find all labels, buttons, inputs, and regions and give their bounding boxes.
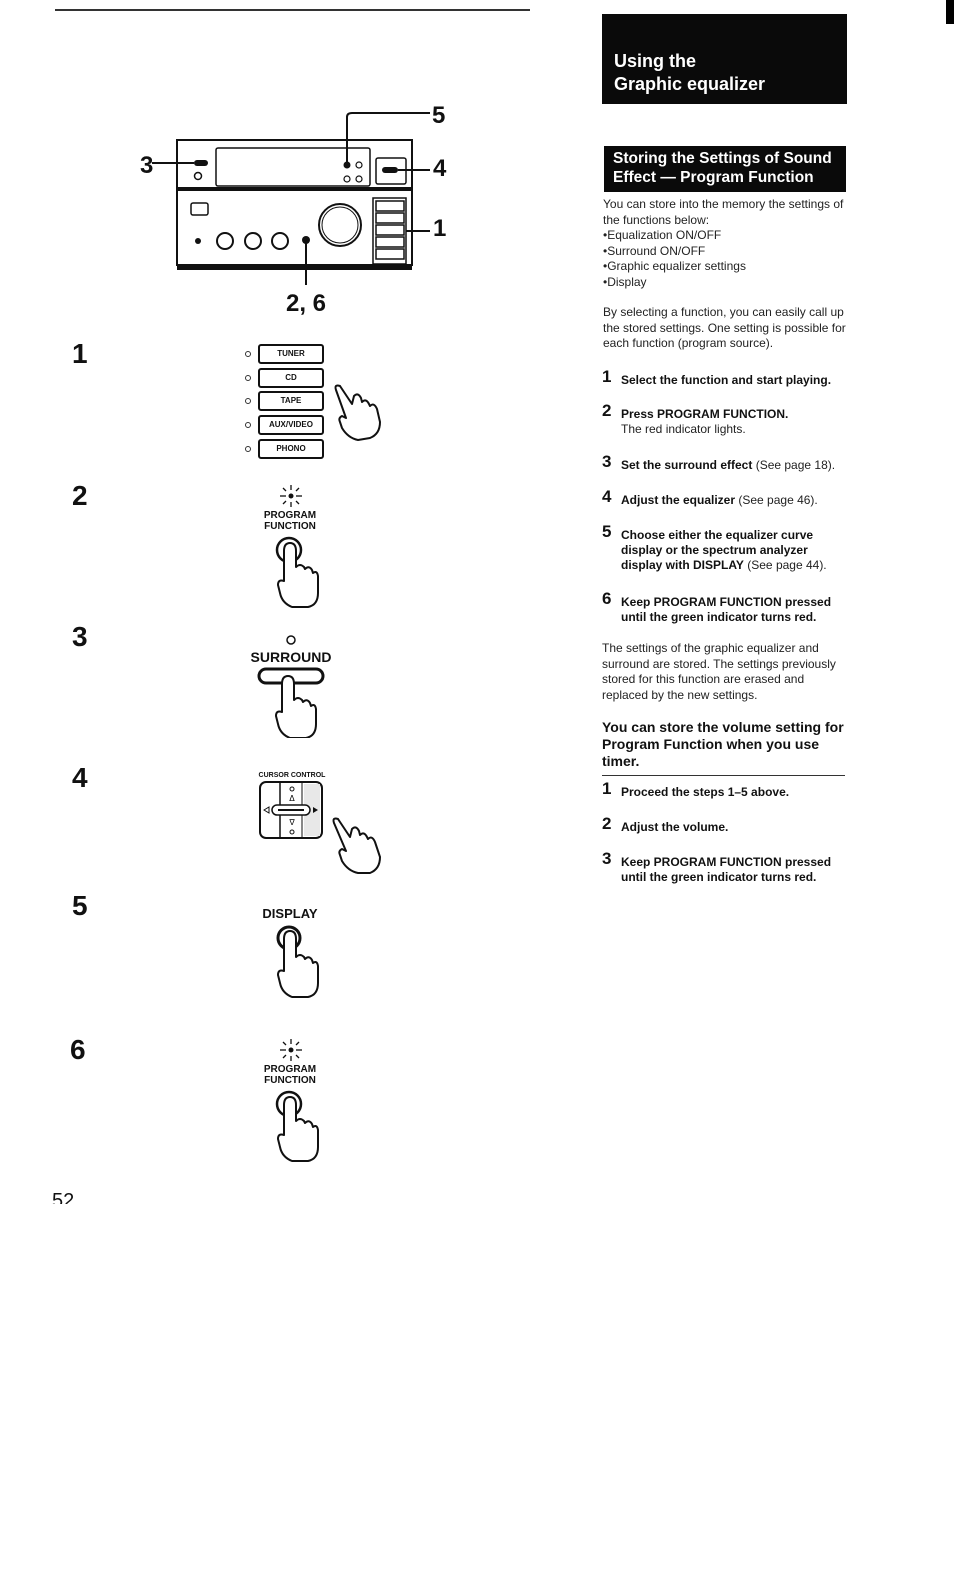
step-number: 5 [602,522,612,541]
program-function-label: PROGRAM FUNCTION [250,510,330,532]
step-text: Keep PROGRAM FUNCTION pressed until the … [621,855,832,884]
step-text: Keep PROGRAM FUNCTION pressed until the … [621,595,832,624]
step-text: Select the function and start playing. [621,373,832,387]
tape-button[interactable]: TAPE [258,391,324,411]
callout-3: 3 [140,152,154,179]
function-list: Equalization ON/OFF Surround ON/OFF Grap… [603,228,848,290]
step-number: 3 [602,452,612,471]
step-text: Set the surround effect [621,458,753,472]
step-number: 4 [602,487,612,506]
chapter-title-line: Graphic equalizer [614,74,766,94]
surround-button[interactable] [256,666,328,738]
step-1: 1 Select the function and start playing. [602,368,852,388]
chapter-title: Using the Graphic equalizer [614,50,765,96]
timer-step-1: 1 Proceed the steps 1–5 above. [602,780,852,800]
aux-video-button[interactable]: AUX/VIDEO [258,415,324,435]
timer-rule [602,775,845,776]
svg-text:∇: ∇ [288,818,295,827]
program-function-button[interactable] [270,533,322,609]
page-edge-tab [946,0,954,24]
page-number: 52 [52,1190,75,1204]
step-number-5: 5 [72,890,88,921]
list-item: Equalization ON/OFF [603,228,848,244]
timer-step-2: 2 Adjust the volume. [602,815,852,835]
stereo-unit-diagram [152,112,430,285]
page-reference: (See page 18). [752,458,836,472]
stored-settings-paragraph: The settings of the graphic equalizer an… [602,641,836,702]
callout-4: 4 [433,155,447,182]
indicator-dot [245,422,251,428]
list-item: Surround ON/OFF [603,244,848,260]
label-line: FUNCTION [264,1075,316,1086]
section-title: Storing the Settings of Sound Effect — P… [613,149,832,187]
step-5: 5 Choose either the equalizer curve displ… [602,523,838,573]
callout-2-6: 2, 6 [286,290,327,317]
step-number-6: 6 [70,1034,86,1065]
list-item: Display [603,275,848,291]
step-number: 1 [602,367,612,386]
step-2: 2 Press PROGRAM FUNCTION. The red indicato… [602,402,852,437]
tuner-button[interactable]: TUNER [258,344,324,364]
list-item: Graphic equalizer settings [603,259,848,275]
timer-heading: You can store the volume setting for Pro… [602,719,844,769]
section-title-box: Storing the Settings of Sound Effect — P… [604,146,846,192]
cd-button[interactable]: CD [258,368,324,388]
step-4: 4 Adjust the equalizer (See page 46). [602,488,852,508]
step-3: 3 Set the surround effect (See page 18). [602,453,852,473]
step-number-1: 1 [72,338,88,369]
step-text: Press PROGRAM FUNCTION. [621,407,789,421]
step-number: 2 [602,814,612,833]
pointing-hand-icon [334,384,381,441]
step-text: Proceed the steps 1–5 above. [621,785,790,799]
program-function-label: PROGRAM FUNCTION [250,1064,330,1086]
pointing-hand-icon [332,817,381,874]
label-line: FUNCTION [264,521,316,532]
label-line: PROGRAM [263,1064,317,1075]
chapter-title-line: Using the [614,51,697,71]
step-number-2: 2 [72,480,88,511]
top-rule [55,9,530,11]
cursor-control-pad[interactable]: Δ ∇ [258,780,326,842]
intro-paragraph: You can store into the memory the settin… [603,197,844,227]
display-button[interactable] [270,925,322,1001]
indicator-light-icon [280,1039,302,1061]
step-number-3: 3 [72,621,88,652]
callout-5: 5 [432,102,446,129]
cursor-control-label: CURSOR CONTROL [258,772,326,779]
svg-text:Δ: Δ [289,794,295,803]
phono-button[interactable]: PHONO [258,439,324,459]
label-line: PROGRAM [263,510,317,521]
indicator-dot [245,351,251,357]
intro-text: You can store into the memory the settin… [603,197,848,291]
step-text: Adjust the volume. [621,820,729,834]
step-6: 6 Keep PROGRAM FUNCTION pressed until the… [602,590,842,625]
chapter-title-box: Using the Graphic equalizer [602,14,847,104]
step-number: 6 [602,589,612,608]
section-title-line: Effect — Program Function [613,169,814,186]
display-label: DISPLAY [262,906,318,921]
step-number: 3 [602,849,612,868]
step-number-4: 4 [72,762,88,793]
program-function-button[interactable] [270,1087,322,1163]
step-text: Adjust the equalizer [621,493,736,507]
selection-paragraph: By selecting a function, you can easily … [603,305,846,351]
indicator-light-icon [280,485,302,507]
timer-step-3: 3 Keep PROGRAM FUNCTION pressed until the… [602,850,842,885]
callout-1: 1 [433,215,447,242]
page-reference: (See page 46). [735,493,818,507]
page-reference: (See page 44). [743,558,827,572]
surround-label: SURROUND [250,649,332,665]
step-number: 2 [602,401,612,420]
indicator-dot [245,398,251,404]
indicator-dot [245,375,251,381]
step-number: 1 [602,779,612,798]
surround-indicator-icon [286,635,296,645]
indicator-dot [245,446,251,452]
step-subtext: The red indicator lights. [621,422,746,436]
section-title-line: Storing the Settings of Sound [613,150,832,167]
